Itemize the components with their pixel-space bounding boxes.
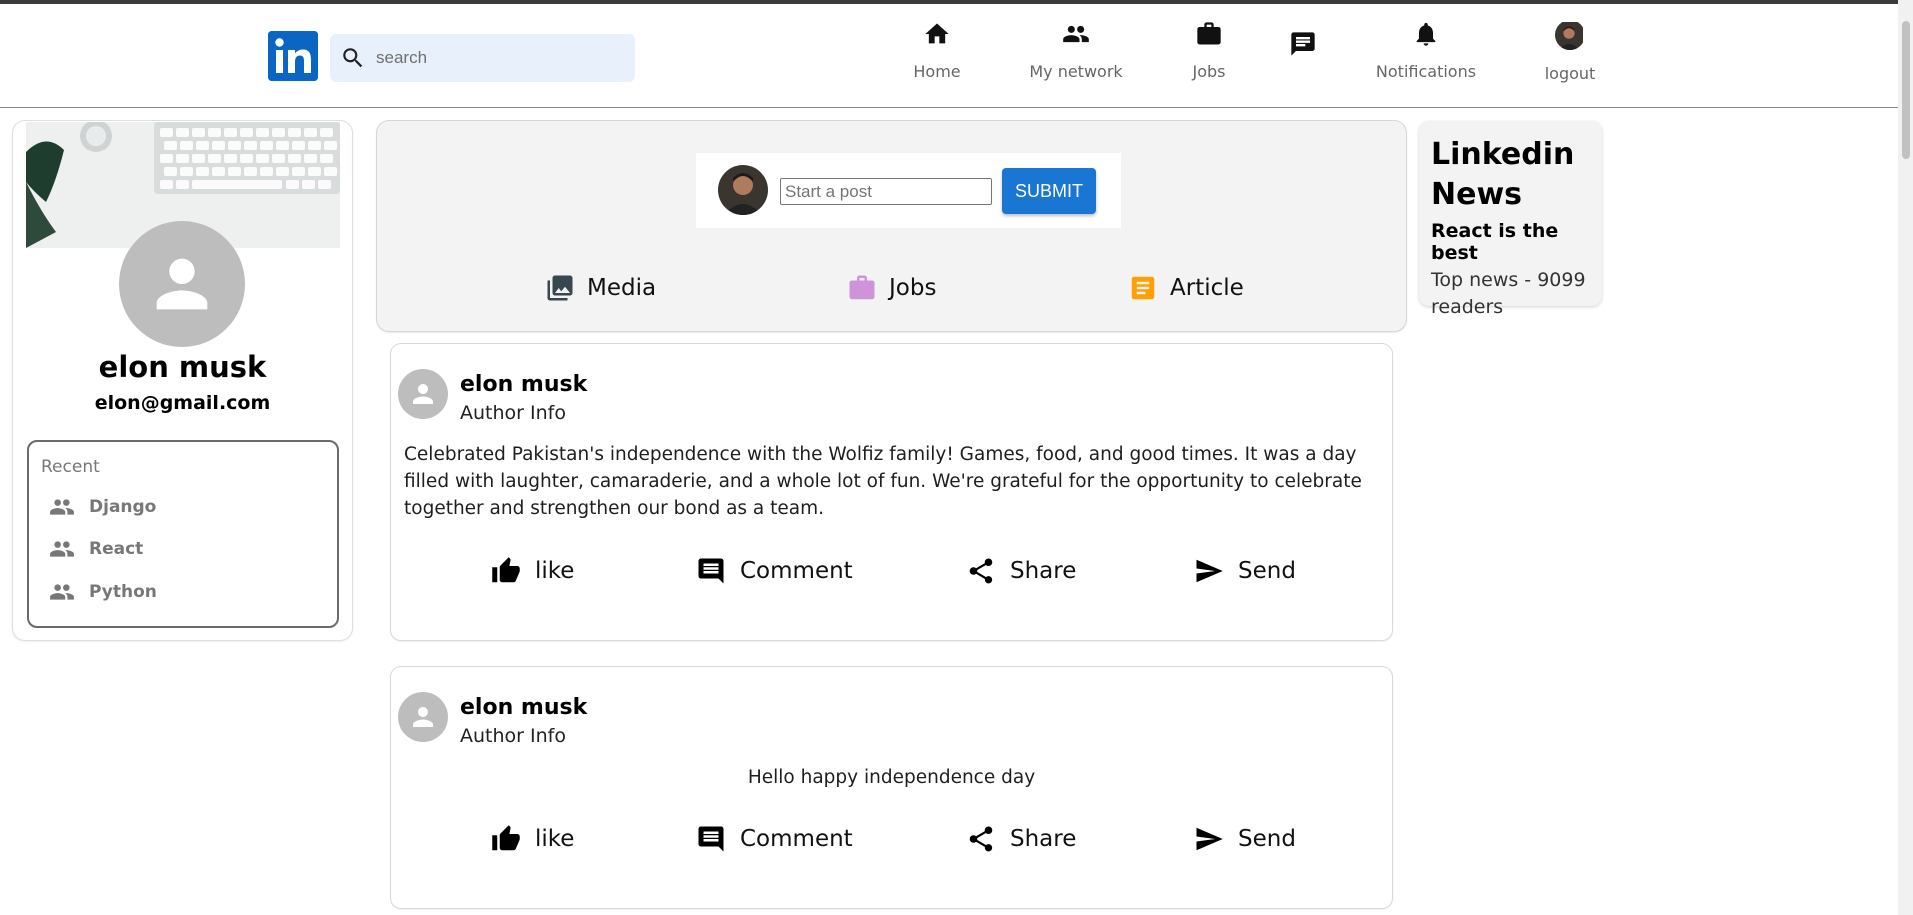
- comment-button[interactable]: Comment: [696, 556, 853, 586]
- people-icon: [1063, 25, 1089, 43]
- recent-item-django[interactable]: Django: [49, 494, 156, 520]
- recent-item-label: React: [89, 539, 144, 559]
- start-post-input[interactable]: [780, 178, 992, 205]
- recent-item-python[interactable]: Python: [49, 579, 157, 605]
- comment-label: Comment: [740, 826, 853, 852]
- author-avatar: [398, 692, 448, 742]
- news-title: Linkedin News: [1431, 137, 1575, 212]
- composer-tab-jobs[interactable]: Jobs: [847, 273, 936, 303]
- share-icon: [969, 558, 993, 584]
- person-icon: [156, 258, 208, 310]
- news-widget: Linkedin News React is the best Top news…: [1419, 121, 1602, 318]
- author-info: Author Info: [460, 725, 566, 747]
- recent-item-react[interactable]: React: [49, 536, 143, 562]
- briefcase-icon: [1197, 22, 1221, 45]
- author-name: elon musk: [460, 695, 588, 720]
- comment-label: Comment: [740, 558, 853, 584]
- send-button[interactable]: Send: [1194, 824, 1296, 854]
- profile-card: elon musk elon@gmail.com Recent Django R…: [13, 121, 352, 640]
- person-icon: [413, 384, 433, 404]
- person-icon: [413, 707, 433, 727]
- nav-home-label: Home: [913, 62, 961, 81]
- nav-notifications-label: Notifications: [1375, 62, 1477, 81]
- search-icon: [343, 48, 363, 68]
- top-navbar: Home My network Jobs Notifications logou…: [0, 4, 1913, 108]
- thumb-up-icon: [492, 825, 520, 851]
- group-icon: [50, 541, 74, 557]
- post-composer: SUBMIT: [696, 153, 1121, 228]
- news-subtitle: Top news - 9099 readers: [1431, 269, 1586, 318]
- share-label: Share: [1010, 558, 1077, 584]
- send-icon: [1196, 559, 1223, 583]
- like-label: like: [535, 558, 575, 584]
- composer-tab-label: Article: [1170, 275, 1244, 301]
- share-icon: [969, 826, 993, 852]
- share-button[interactable]: Share: [966, 556, 1076, 586]
- like-button[interactable]: like: [491, 824, 574, 854]
- profile-avatar: [119, 221, 245, 347]
- nav-logout[interactable]: logout: [1505, 18, 1635, 98]
- submit-button[interactable]: SUBMIT: [1002, 168, 1096, 214]
- composer-avatar: [718, 165, 768, 215]
- comment-icon: [698, 826, 724, 852]
- nav-my-network-label: My network: [1029, 62, 1123, 81]
- author-info: Author Info: [460, 402, 566, 424]
- composer-tab-media[interactable]: Media: [545, 273, 656, 303]
- linkedin-logo-icon: [268, 31, 318, 81]
- nav-notifications[interactable]: Notifications: [1361, 18, 1491, 98]
- comment-icon: [698, 558, 724, 584]
- recent-groups: Recent Django React Python: [27, 440, 339, 628]
- like-label: like: [535, 826, 575, 852]
- recent-item-label: Django: [89, 497, 157, 517]
- nav-home[interactable]: Home: [872, 18, 1002, 98]
- send-button[interactable]: Send: [1194, 556, 1296, 586]
- post-composer-card: SUBMIT Media Jobs Article: [377, 121, 1406, 331]
- profile-name: elon musk: [98, 350, 267, 384]
- post-text: Celebrated Pakistan's independence with …: [404, 444, 1362, 519]
- user-avatar: [1555, 20, 1585, 50]
- nav-messaging[interactable]: [1238, 28, 1368, 108]
- group-icon: [50, 499, 74, 515]
- linkedin-logo[interactable]: [268, 31, 318, 81]
- thumb-up-icon: [492, 557, 520, 583]
- news-headline[interactable]: React is the best: [1431, 220, 1590, 264]
- group-icon: [50, 584, 74, 600]
- composer-tab-label: Media: [587, 275, 657, 301]
- nav-jobs-label: Jobs: [1192, 62, 1226, 81]
- send-label: Send: [1238, 558, 1296, 584]
- author-name: elon musk: [460, 372, 588, 397]
- recent-item-label: Python: [89, 582, 157, 602]
- briefcase-icon: [849, 275, 875, 300]
- send-icon: [1196, 827, 1223, 851]
- author-avatar: [398, 369, 448, 419]
- bell-icon: [1416, 22, 1436, 46]
- photo-library-icon: [547, 275, 573, 301]
- page-scrollbar[interactable]: [1898, 0, 1913, 915]
- nav-my-network[interactable]: My network: [1011, 18, 1141, 98]
- search-input[interactable]: [376, 48, 626, 68]
- post-card: elon musk Author Info Celebrated Pakista…: [391, 344, 1392, 640]
- article-icon: [1131, 276, 1155, 300]
- home-icon: [925, 23, 949, 44]
- search-bar[interactable]: [330, 34, 635, 82]
- comment-button[interactable]: Comment: [696, 824, 853, 854]
- nav-logout-label: logout: [1544, 64, 1596, 83]
- profile-email: elon@gmail.com: [94, 392, 271, 414]
- message-icon: [1291, 32, 1315, 56]
- share-label: Share: [1010, 826, 1077, 852]
- share-button[interactable]: Share: [966, 824, 1076, 854]
- post-card: elon musk Author Info Hello happy indepe…: [391, 667, 1392, 908]
- scrollbar-thumb[interactable]: [1902, 21, 1910, 159]
- post-text: Hello happy independence day: [747, 767, 1036, 788]
- like-button[interactable]: like: [491, 556, 574, 586]
- send-label: Send: [1238, 826, 1296, 852]
- composer-tab-article[interactable]: Article: [1128, 273, 1244, 303]
- recent-title: Recent: [41, 457, 100, 477]
- composer-tab-label: Jobs: [889, 275, 937, 301]
